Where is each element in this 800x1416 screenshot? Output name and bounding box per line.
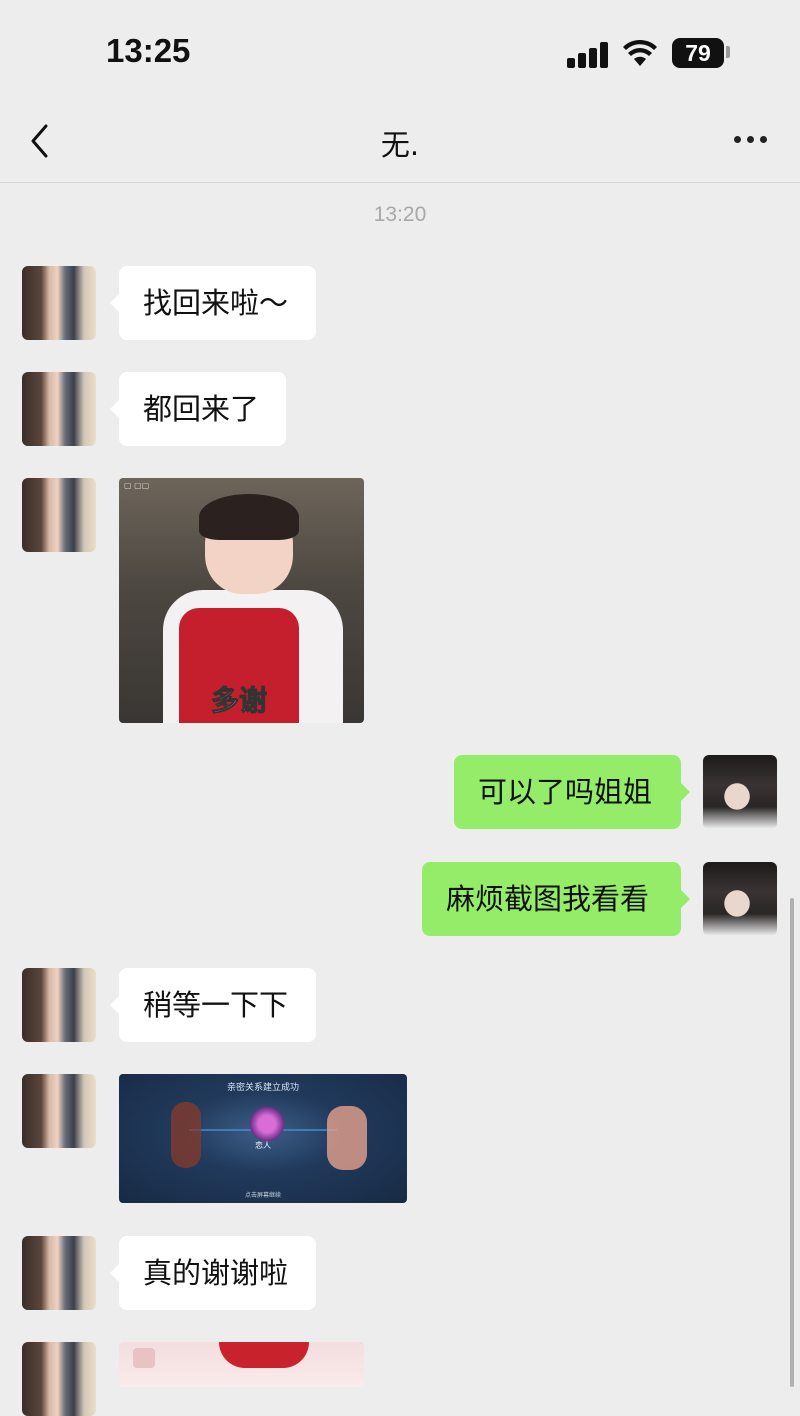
sticker-watermark: ▢ ▢▢ <box>124 481 150 490</box>
incoming-message-bubble[interactable]: 找回来啦～ <box>110 266 316 340</box>
incoming-message-bubble[interactable]: 真的谢谢啦 <box>110 1236 316 1310</box>
status-time: 13:25 <box>106 32 191 69</box>
heart-emblem-icon <box>247 1104 287 1144</box>
battery-icon: 79 <box>672 38 724 68</box>
more-icon[interactable] <box>732 136 768 146</box>
incoming-message-bubble[interactable]: 稍等一下下 <box>110 968 316 1042</box>
photo-image[interactable] <box>119 1342 364 1387</box>
contact-avatar[interactable] <box>22 478 96 552</box>
sticker-image[interactable]: ▢ ▢▢ 多谢 <box>119 478 364 723</box>
screenshot-relation: 恋人 <box>255 1141 271 1150</box>
contact-avatar[interactable] <box>22 372 96 446</box>
message-timestamp: 13:20 <box>373 203 427 226</box>
screenshot-footer: 点击屏幕继续 <box>244 1192 281 1199</box>
battery-cap <box>726 46 730 58</box>
chat-header: 无. <box>0 100 800 183</box>
contact-avatar[interactable] <box>22 1236 96 1310</box>
scrollbar[interactable] <box>790 898 794 1387</box>
screenshot-header: 亲密关系建立成功 <box>226 1083 299 1093</box>
contact-avatar[interactable] <box>22 1074 96 1148</box>
status-bar: 13:25 79 <box>0 0 800 100</box>
user-avatar[interactable] <box>703 755 777 829</box>
sticker-caption: 多谢 <box>210 684 267 718</box>
outgoing-message-bubble[interactable]: 可以了吗姐姐 <box>454 755 690 829</box>
wifi-icon <box>623 39 657 66</box>
contact-avatar[interactable] <box>22 1342 96 1416</box>
signal-icon <box>567 40 611 68</box>
user-avatar[interactable] <box>703 862 777 936</box>
contact-avatar[interactable] <box>22 968 96 1042</box>
screenshot-image[interactable]: 亲密关系建立成功 恋人 点击屏幕继续 <box>119 1074 407 1203</box>
outgoing-message-bubble[interactable]: 麻烦截图我看看 <box>422 862 690 936</box>
incoming-message-bubble[interactable]: 都回来了 <box>110 372 286 446</box>
contact-avatar[interactable] <box>22 266 96 340</box>
chat-title: 无. <box>380 128 420 162</box>
